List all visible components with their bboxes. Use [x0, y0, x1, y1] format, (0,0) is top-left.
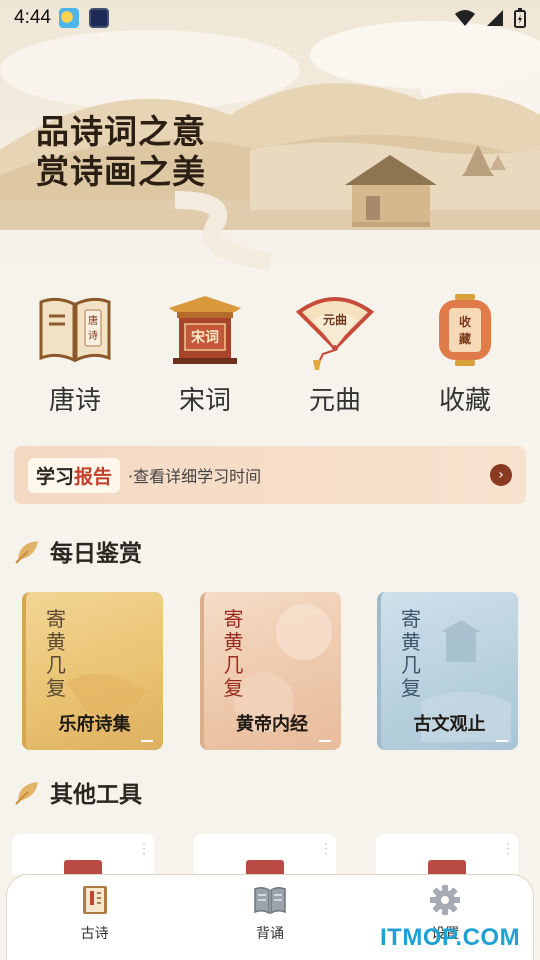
- daily-card[interactable]: 寄黄几复 乐府诗集: [22, 592, 163, 750]
- hero-slogan: 品诗词之意 赏诗画之美: [36, 112, 206, 192]
- card-poem-title: 寄黄几复: [223, 607, 244, 700]
- tool-card-list: · · · · · · · · ·: [12, 834, 518, 874]
- nav-label: 古诗: [80, 926, 109, 942]
- pavilion-icon: 宋词: [169, 296, 241, 364]
- more-icon[interactable]: · · ·: [142, 838, 146, 860]
- category-favorites[interactable]: 收 藏 收藏: [410, 290, 520, 420]
- book-icon-text: 唐: [88, 314, 98, 327]
- tool-icon: [246, 860, 284, 874]
- category-label: 唐诗: [48, 386, 101, 416]
- nav-item-recite[interactable]: 背诵: [210, 883, 330, 960]
- tool-card[interactable]: · · ·: [194, 834, 336, 874]
- lantern-icon-text: 收: [459, 314, 471, 329]
- tool-card[interactable]: · · ·: [376, 834, 518, 874]
- poetry-book-icon: [82, 886, 107, 914]
- category-yuan-qu[interactable]: 元曲 元曲: [280, 290, 390, 420]
- chevron-right-icon[interactable]: ›: [490, 464, 512, 486]
- nav-label: 背诵: [255, 926, 284, 942]
- category-grid: 唐 诗 唐诗 宋词 宋词 元曲 元曲 收 藏 收藏: [0, 290, 540, 420]
- book-icon: 唐 诗: [39, 297, 111, 363]
- wifi-icon: [455, 10, 475, 26]
- leaf-icon: [15, 541, 38, 564]
- tool-icon: [428, 860, 466, 874]
- book-icon-text-2: 诗: [88, 329, 98, 342]
- gear-icon: [430, 885, 461, 915]
- battery-icon: [514, 8, 526, 28]
- card-book-name: 乐府诗集: [58, 714, 131, 735]
- section-title: 每日鉴赏: [50, 541, 142, 567]
- report-description: ·查看详细学习时间: [128, 467, 262, 486]
- open-book-icon: [254, 886, 286, 915]
- more-icon[interactable]: · · ·: [324, 838, 328, 860]
- card-book-name: 黄帝内经: [236, 714, 308, 735]
- nav-item-poetry[interactable]: 古诗: [35, 883, 155, 960]
- slogan-line-2: 赏诗画之美: [36, 152, 206, 191]
- category-tang-poetry[interactable]: 唐 诗 唐诗: [20, 290, 130, 420]
- report-badge: 学习报告: [28, 457, 121, 493]
- daily-card[interactable]: 寄黄几复 古文观止: [377, 592, 518, 750]
- card-book-name: 古文观止: [413, 714, 486, 735]
- daily-card[interactable]: 寄黄几复 黄帝内经: [199, 592, 341, 750]
- section-title: 其他工具: [50, 782, 142, 808]
- fan-icon: 元曲: [295, 297, 375, 370]
- report-badge-accent: 报告: [74, 465, 113, 488]
- status-bar: 4:44: [0, 0, 540, 36]
- lantern-icon-text-2: 藏: [459, 331, 471, 346]
- report-badge-text: 学习: [36, 465, 75, 488]
- status-time: 4:44: [14, 7, 51, 28]
- daily-card-list: 寄黄几复 乐府诗集 寄黄几复 黄帝内经 寄黄几复 古文观止: [22, 592, 518, 752]
- study-report-banner[interactable]: 学习报告 ·查看详细学习时间 ›: [14, 446, 526, 504]
- card-dash: [318, 740, 331, 742]
- slogan-line-1: 品诗词之意: [36, 112, 206, 151]
- leaf-icon: [15, 782, 38, 805]
- tools-section-header: 其他工具: [14, 775, 142, 809]
- card-dash: [141, 740, 153, 742]
- card-poem-title: 寄黄几复: [401, 607, 421, 700]
- category-song-ci[interactable]: 宋词 宋词: [150, 290, 260, 420]
- hero-banner: 品诗词之意 赏诗画之美: [0, 0, 540, 270]
- category-label: 收藏: [438, 386, 491, 416]
- category-label: 元曲: [308, 386, 361, 416]
- category-label: 宋词: [178, 386, 231, 416]
- pavilion-icon-text: 宋词: [190, 329, 219, 346]
- notification-app-icon: [58, 8, 79, 28]
- daily-section-header: 每日鉴赏: [14, 534, 142, 568]
- fan-icon-text: 元曲: [323, 312, 347, 327]
- tool-card[interactable]: · · ·: [12, 834, 154, 874]
- watermark-text: ITMOP.COM: [380, 924, 521, 951]
- card-poem-title: 寄黄几复: [46, 607, 66, 700]
- signal-icon: [487, 10, 503, 26]
- tool-icon: [64, 860, 102, 874]
- more-icon[interactable]: · · ·: [506, 838, 510, 860]
- card-dash: [496, 740, 508, 742]
- lantern-icon: 收 藏: [439, 294, 491, 366]
- notification-app-icon-2: [88, 8, 109, 28]
